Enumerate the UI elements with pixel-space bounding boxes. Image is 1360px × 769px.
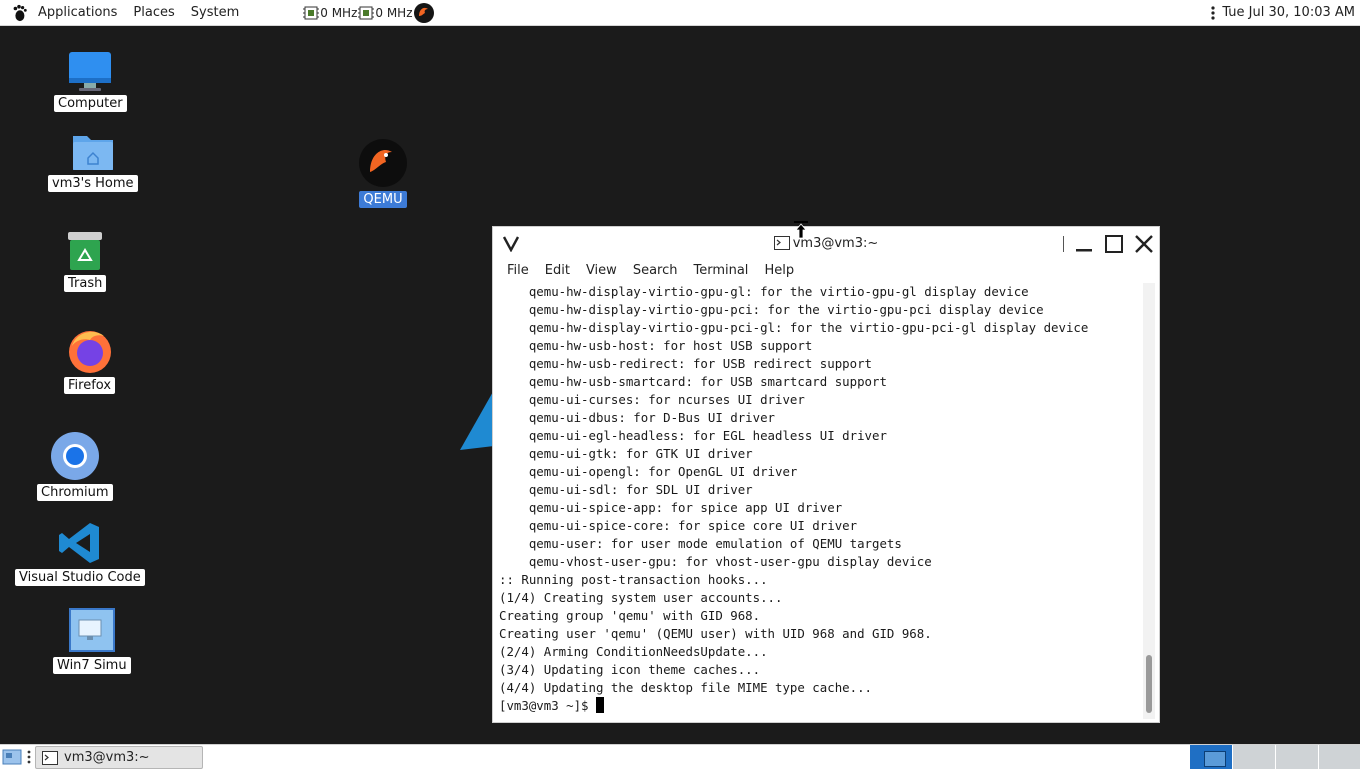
- desktop-icon-vscode[interactable]: Visual Studio Code: [15, 520, 145, 586]
- terminal-line: (2/4) Arming ConditionNeedsUpdate...: [499, 644, 768, 659]
- menu-applications[interactable]: Applications: [30, 5, 125, 20]
- menu-file[interactable]: File: [499, 263, 537, 278]
- workspace-3[interactable]: [1275, 745, 1318, 769]
- desktop-icon-label: Computer: [54, 95, 127, 112]
- terminal-menubar: File Edit View Search Terminal Help: [493, 259, 1159, 281]
- vscode-icon: [58, 523, 99, 563]
- mouse-cursor-icon: [794, 221, 808, 239]
- menu-system[interactable]: System: [183, 5, 247, 20]
- gnome-foot-icon[interactable]: [10, 4, 28, 22]
- cpu-chip-icon: [358, 6, 375, 19]
- minimize-icon[interactable]: [1073, 233, 1095, 255]
- cpu-freq-label: 0 MHz: [375, 5, 413, 20]
- terminal-line: qemu-user: for user mode emulation of QE…: [499, 536, 902, 551]
- bottom-panel: vm3@vm3:~: [0, 744, 1360, 769]
- desktop-icon-label: Win7 Simu: [53, 657, 131, 674]
- computer-icon: [69, 52, 112, 91]
- terminal-window[interactable]: vm3@vm3:~ File Edit View Search Terminal…: [492, 226, 1160, 723]
- taskbar-button-terminal[interactable]: vm3@vm3:~: [35, 746, 203, 769]
- terminal-line: (4/4) Updating the desktop file MIME typ…: [499, 680, 872, 695]
- terminal-line: qemu-vhost-user-gpu: for vhost-user-gpu …: [499, 554, 932, 569]
- taskbar-label: vm3@vm3:~: [64, 750, 150, 765]
- clock[interactable]: Tue Jul 30, 10:03 AM: [1222, 5, 1355, 20]
- desktop-icon-qemu[interactable]: QEMU: [358, 138, 408, 208]
- terminal-line: qemu-ui-egl-headless: for EGL headless U…: [499, 428, 887, 443]
- terminal-prompt-line: [vm3@vm3 ~]$: [493, 697, 1141, 715]
- workspace-2[interactable]: [1232, 745, 1275, 769]
- terminal-line: qemu-ui-gtk: for GTK UI driver: [499, 446, 753, 461]
- trash-icon: [68, 232, 103, 270]
- maximize-icon[interactable]: [1103, 233, 1125, 255]
- terminal-line: qemu-ui-spice-core: for spice core UI dr…: [499, 518, 858, 533]
- close-icon[interactable]: [1133, 233, 1155, 255]
- menu-places[interactable]: Places: [125, 5, 182, 20]
- home-folder-icon: [72, 136, 113, 170]
- cpu-freq-label: 0 MHz: [320, 5, 358, 20]
- menu-terminal[interactable]: Terminal: [685, 263, 756, 278]
- terminal-line: :: Running post-transaction hooks...: [499, 572, 768, 587]
- show-desktop-icon[interactable]: [2, 748, 22, 766]
- workspace-4[interactable]: [1318, 745, 1360, 769]
- menu-edit[interactable]: Edit: [537, 263, 578, 278]
- workspace-window-preview: [1204, 751, 1226, 767]
- desktop-icon-label: Chromium: [37, 484, 113, 501]
- terminal-line: qemu-hw-usb-host: for host USB support: [499, 338, 813, 353]
- desktop-icon-label: Trash: [64, 275, 107, 292]
- chromium-icon: [50, 432, 99, 480]
- terminal-icon: [773, 236, 790, 250]
- firefox-icon: [68, 331, 111, 373]
- cpu-freq-widget-1[interactable]: 0 MHz: [302, 4, 357, 22]
- desktop-icon-win7[interactable]: Win7 Simu: [53, 606, 131, 674]
- desktop-icon-computer[interactable]: Computer: [54, 50, 127, 112]
- desktop-icon-trash[interactable]: Trash: [64, 230, 107, 292]
- win7-simu-icon: [68, 608, 115, 652]
- background-shape: [460, 390, 494, 450]
- terminal-scrollbar[interactable]: [1143, 283, 1155, 719]
- terminal-line: qemu-hw-display-virtio-gpu-pci: for the …: [499, 302, 1044, 317]
- cpu-freq-widget-2[interactable]: 0 MHz: [357, 4, 413, 22]
- menu-search[interactable]: Search: [625, 263, 686, 278]
- terminal-output[interactable]: qemu-hw-display-virtio-gpu-gl: for the v…: [493, 283, 1141, 720]
- top-panel: Applications Places System 0 MHz 0 MHz T…: [0, 0, 1360, 26]
- terminal-line: qemu-hw-display-virtio-gpu-gl: for the v…: [499, 284, 1029, 299]
- terminal-line: qemu-ui-curses: for ncurses UI driver: [499, 392, 805, 407]
- terminal-line: qemu-hw-display-virtio-gpu-pci-gl: for t…: [499, 320, 1089, 335]
- qemu-icon: [359, 139, 407, 187]
- terminal-line: Creating user 'qemu' (QEMU user) with UI…: [499, 626, 932, 641]
- desktop-icon-label: Visual Studio Code: [15, 569, 145, 586]
- terminal-line: (3/4) Updating icon theme caches...: [499, 662, 761, 677]
- terminal-line: (1/4) Creating system user accounts...: [499, 590, 783, 605]
- scrollbar-thumb[interactable]: [1146, 655, 1152, 713]
- terminal-line: Creating group 'qemu' with GID 968.: [499, 608, 761, 623]
- terminal-line: qemu-ui-spice-app: for spice app UI driv…: [499, 500, 843, 515]
- text-cursor: [595, 697, 604, 713]
- qemu-launcher-icon[interactable]: [413, 2, 435, 24]
- terminal-line: qemu-ui-opengl: for OpenGL UI driver: [499, 464, 798, 479]
- title-separator: [1063, 236, 1064, 252]
- terminal-line: qemu-hw-usb-redirect: for USB redirect s…: [499, 356, 872, 371]
- panel-handle-icon[interactable]: [26, 749, 32, 765]
- terminal-titlebar[interactable]: vm3@vm3:~: [493, 227, 1159, 259]
- cpu-chip-icon: [303, 6, 320, 19]
- menu-view[interactable]: View: [578, 263, 625, 278]
- shell-prompt: [vm3@vm3 ~]$: [499, 698, 596, 713]
- menu-help[interactable]: Help: [756, 263, 802, 278]
- terminal-line: qemu-ui-sdl: for SDL UI driver: [499, 482, 753, 497]
- terminal-line: qemu-hw-usb-smartcard: for USB smartcard…: [499, 374, 887, 389]
- desktop-icon-chromium[interactable]: Chromium: [37, 431, 113, 501]
- desktop-icon-label: QEMU: [359, 191, 407, 208]
- more-options-icon[interactable]: [1210, 5, 1216, 21]
- desktop-icon-firefox[interactable]: Firefox: [64, 326, 116, 394]
- desktop-icon-home[interactable]: vm3's Home: [48, 130, 138, 192]
- workspace-1[interactable]: [1189, 745, 1232, 769]
- terminal-icon: [42, 750, 58, 765]
- terminal-line: qemu-ui-dbus: for D-Bus UI driver: [499, 410, 776, 425]
- desktop-icon-label: Firefox: [64, 377, 116, 394]
- desktop-icon-label: vm3's Home: [48, 175, 138, 192]
